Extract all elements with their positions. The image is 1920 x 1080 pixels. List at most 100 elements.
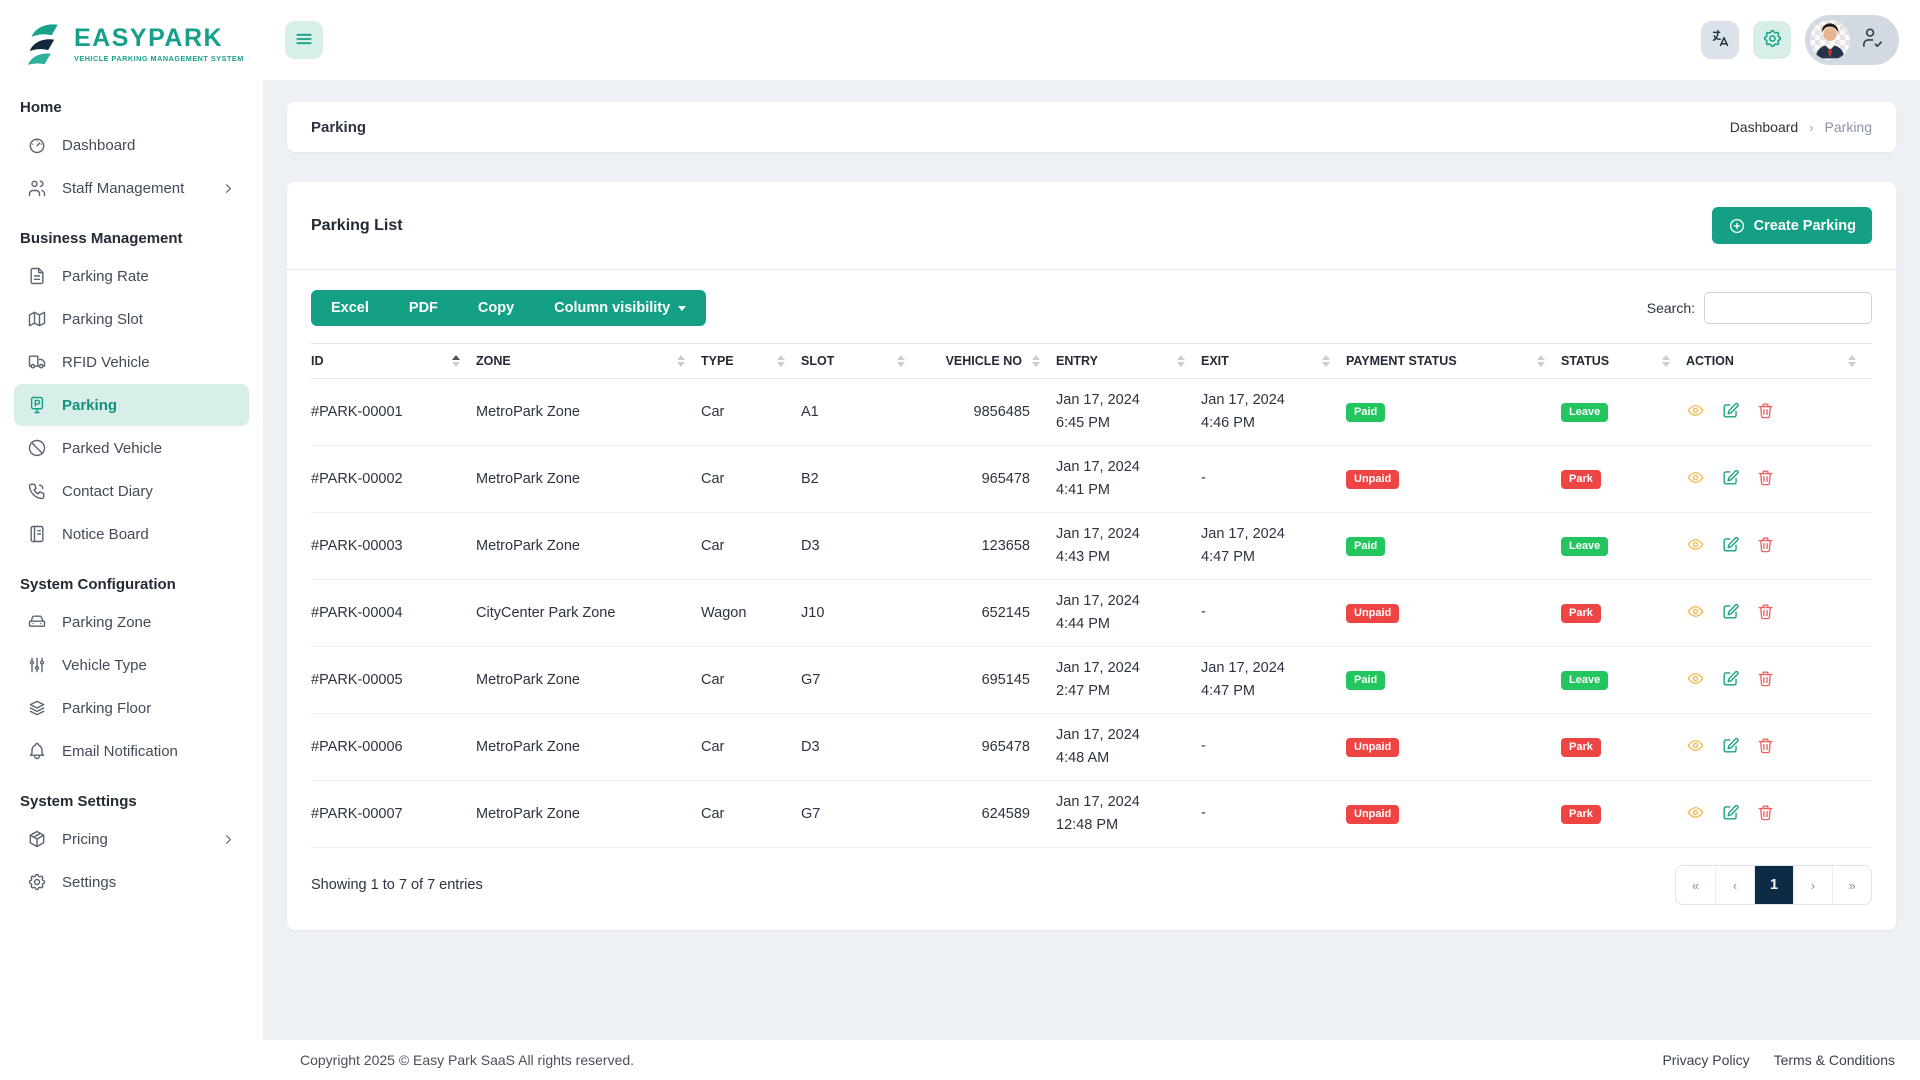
- sidebar-item-rfid-vehicle[interactable]: RFID Vehicle: [14, 341, 249, 383]
- edit-button[interactable]: [1721, 736, 1740, 758]
- edit-icon: [1721, 669, 1740, 691]
- previous-page-button[interactable]: ‹: [1715, 866, 1754, 904]
- view-button[interactable]: [1686, 736, 1705, 758]
- sidebar-item-parking-zone[interactable]: Parking Zone: [14, 601, 249, 643]
- delete-button[interactable]: [1756, 669, 1775, 691]
- sidebar-item-pricing[interactable]: Pricing: [14, 818, 249, 860]
- column-header-slot[interactable]: SLOT: [801, 343, 921, 379]
- cell-zone: MetroPark Zone: [476, 713, 701, 781]
- column-label: STATUS: [1561, 354, 1610, 368]
- profile-menu[interactable]: [1805, 15, 1899, 65]
- view-button[interactable]: [1686, 803, 1705, 825]
- search-input[interactable]: [1704, 292, 1872, 324]
- edit-button[interactable]: [1721, 669, 1740, 691]
- sort-icon[interactable]: [1177, 354, 1185, 368]
- cell-id: #PARK-00006: [311, 713, 476, 781]
- column-header-entry[interactable]: ENTRY: [1056, 343, 1201, 379]
- column-header-id[interactable]: ID: [311, 343, 476, 379]
- sort-icon[interactable]: [1032, 354, 1040, 368]
- sidebar-item-vehicle-type[interactable]: Vehicle Type: [14, 644, 249, 686]
- sidebar-item-notice-board[interactable]: Notice Board: [14, 513, 249, 555]
- sort-icon[interactable]: [1848, 354, 1856, 368]
- delete-button[interactable]: [1756, 401, 1775, 423]
- chevron-right-icon: [221, 832, 236, 847]
- edit-button[interactable]: [1721, 468, 1740, 490]
- delete-button[interactable]: [1756, 803, 1775, 825]
- sidebar-item-dashboard[interactable]: Dashboard: [14, 124, 249, 166]
- pdf-export-button[interactable]: PDF: [389, 290, 458, 326]
- brand-name: EASYPARK: [74, 23, 224, 52]
- sidebar-toggle-button[interactable]: [285, 21, 323, 59]
- first-page-button[interactable]: «: [1676, 866, 1715, 904]
- edit-button[interactable]: [1721, 535, 1740, 557]
- copy-export-button[interactable]: Copy: [458, 290, 534, 326]
- column-header-status[interactable]: STATUS: [1561, 343, 1686, 379]
- cell-slot: D3: [801, 713, 921, 781]
- view-button[interactable]: [1686, 602, 1705, 624]
- view-button[interactable]: [1686, 535, 1705, 557]
- sort-icon[interactable]: [452, 354, 460, 368]
- sort-icon[interactable]: [1662, 354, 1670, 368]
- excel-export-button[interactable]: Excel: [311, 290, 389, 326]
- column-header-exit[interactable]: EXIT: [1201, 343, 1346, 379]
- delete-button[interactable]: [1756, 535, 1775, 557]
- sidebar-section-business-management: Business Management: [20, 230, 183, 247]
- edit-icon: [1721, 602, 1740, 624]
- sort-icon[interactable]: [777, 354, 785, 368]
- cell-action: [1686, 780, 1872, 848]
- create-parking-button[interactable]: Create Parking: [1711, 207, 1872, 244]
- column-visibility-button[interactable]: Column visibility: [534, 290, 706, 326]
- sidebar-item-contact-diary[interactable]: Contact Diary: [14, 470, 249, 512]
- sidebar-section-system-settings: System Settings: [20, 793, 137, 810]
- edit-button[interactable]: [1721, 401, 1740, 423]
- column-header-vehicle-no[interactable]: VEHICLE NO: [921, 343, 1056, 379]
- sidebar-nav: Home Dashboard Staff Management Business Ma…: [14, 99, 249, 903]
- breadcrumb-dashboard[interactable]: Dashboard: [1730, 119, 1799, 135]
- delete-button[interactable]: [1756, 602, 1775, 624]
- sidebar-item-parking-rate[interactable]: Parking Rate: [14, 255, 249, 297]
- table-row: #PARK-00003 MetroPark Zone Car D3 123658 Jan …: [311, 512, 1872, 580]
- sidebar-item-staff-management[interactable]: Staff Management: [14, 167, 249, 209]
- cell-zone: MetroPark Zone: [476, 512, 701, 580]
- cell-zone: CityCenter Park Zone: [476, 579, 701, 647]
- page-title: Parking: [311, 118, 367, 136]
- edit-button[interactable]: [1721, 602, 1740, 624]
- last-page-button[interactable]: »: [1832, 866, 1871, 904]
- delete-button[interactable]: [1756, 468, 1775, 490]
- trash-icon: [1756, 401, 1775, 423]
- sort-icon[interactable]: [677, 354, 685, 368]
- eye-icon: [1686, 535, 1705, 557]
- sort-icon[interactable]: [897, 354, 905, 368]
- cell-id: #PARK-00003: [311, 512, 476, 580]
- view-button[interactable]: [1686, 401, 1705, 423]
- sidebar-item-parking[interactable]: Parking: [14, 384, 249, 426]
- app-logo[interactable]: EASYPARK VEHICLE PARKING MANAGEMENT SYST…: [14, 8, 249, 78]
- column-header-zone[interactable]: ZONE: [476, 343, 701, 379]
- view-button[interactable]: [1686, 468, 1705, 490]
- sort-icon[interactable]: [1322, 354, 1330, 368]
- sidebar-item-settings[interactable]: Settings: [14, 861, 249, 903]
- settings-button[interactable]: [1753, 21, 1791, 59]
- sidebar-item-label: Notice Board: [62, 525, 149, 543]
- cell-type: Wagon: [701, 579, 801, 647]
- privacy-policy-link[interactable]: Privacy Policy: [1662, 1052, 1749, 1068]
- page-number-button[interactable]: 1: [1754, 866, 1793, 904]
- sidebar-item-parking-floor[interactable]: Parking Floor: [14, 687, 249, 729]
- column-header-action[interactable]: ACTION: [1686, 343, 1872, 379]
- column-header-type[interactable]: TYPE: [701, 343, 801, 379]
- language-button[interactable]: [1701, 21, 1739, 59]
- column-header-payment-status[interactable]: PAYMENT STATUS: [1346, 343, 1561, 379]
- column-label: ACTION: [1686, 354, 1734, 368]
- sort-icon[interactable]: [1537, 354, 1545, 368]
- table-header-row: ID ZONE TYPE SLOT VEHICLE NO ENTRY EXIT PAYMENT…: [311, 343, 1872, 379]
- delete-button[interactable]: [1756, 736, 1775, 758]
- edit-button[interactable]: [1721, 803, 1740, 825]
- next-page-button[interactable]: ›: [1793, 866, 1832, 904]
- view-button[interactable]: [1686, 669, 1705, 691]
- sidebar-item-parked-vehicle[interactable]: Parked Vehicle: [14, 427, 249, 469]
- cell-vehicle-no: 965478: [921, 445, 1056, 513]
- sidebar-item-email-notification[interactable]: Email Notification: [14, 730, 249, 772]
- terms-conditions-link[interactable]: Terms & Conditions: [1774, 1052, 1895, 1068]
- caret-down-icon: [678, 305, 687, 311]
- sidebar-item-parking-slot[interactable]: Parking Slot: [14, 298, 249, 340]
